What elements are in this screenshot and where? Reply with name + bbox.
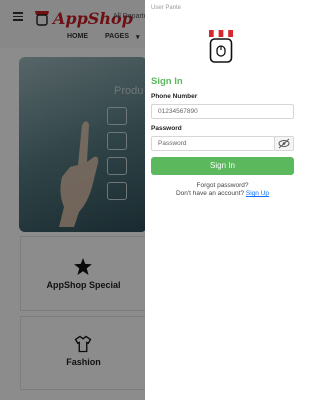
- password-label: Password: [151, 125, 182, 132]
- signup-link[interactable]: Sign Up: [246, 190, 269, 197]
- signin-title: Sign In: [151, 76, 183, 87]
- toggle-password-button[interactable]: [274, 136, 294, 151]
- drawer-header: User Pante: [151, 5, 182, 11]
- password-input[interactable]: Password: [151, 136, 275, 151]
- signup-prompt: Don't have an account? Sign Up: [151, 190, 294, 197]
- shop-awning-icon: [209, 30, 233, 63]
- no-account-text: Don't have an account?: [175, 190, 245, 197]
- forgot-password-link[interactable]: Forgot password?: [151, 182, 294, 189]
- phone-input[interactable]: 01234567890: [151, 104, 294, 119]
- phone-label: Phone Number: [151, 93, 198, 100]
- signin-button[interactable]: Sign In: [151, 157, 294, 175]
- eye-slash-icon: [278, 138, 290, 149]
